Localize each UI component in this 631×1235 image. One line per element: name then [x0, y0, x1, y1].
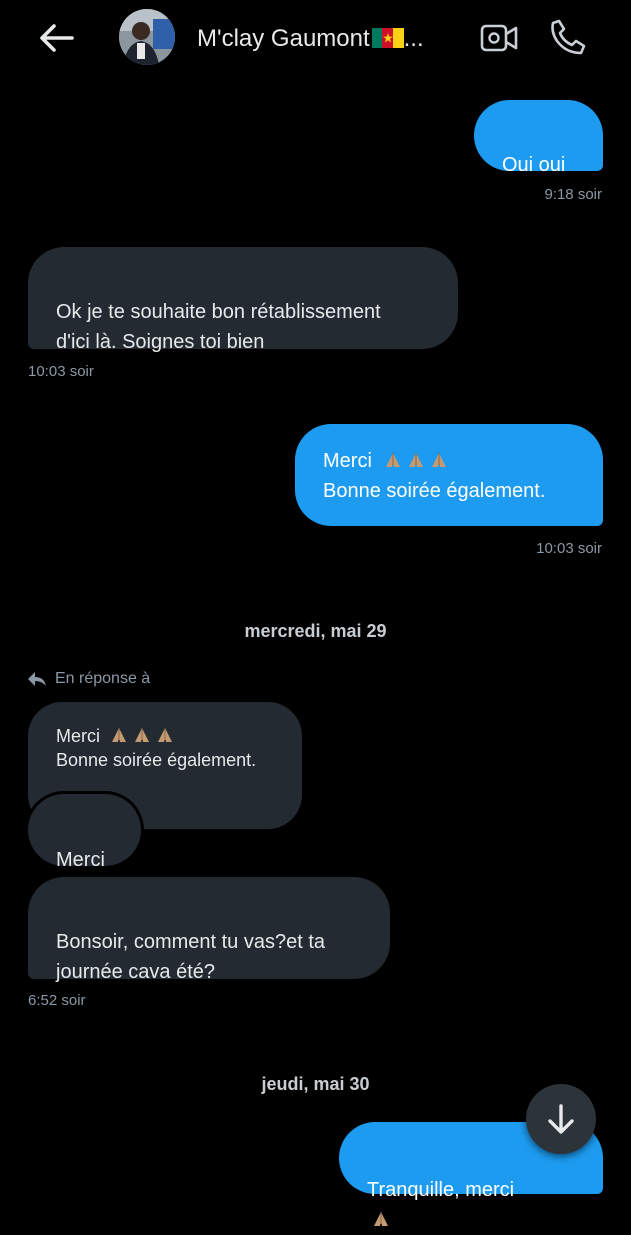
message-bubble-received[interactable]: Merci	[28, 794, 141, 871]
contact-name[interactable]: M'clay Gaumont...	[197, 25, 424, 53]
phone-icon	[551, 19, 586, 55]
back-button[interactable]	[36, 20, 76, 56]
message-text: Oui oui	[502, 154, 566, 176]
message-bubble-received[interactable]: Ok je te souhaite bon rétablissement d'i…	[28, 247, 458, 353]
message-bubble-sent[interactable]: Oui oui	[474, 100, 603, 176]
folded-hands-emoji	[374, 1212, 388, 1226]
message-bubble-sent[interactable]: Merci Bonne soirée également.	[295, 424, 603, 526]
reply-indicator: En réponse à	[27, 670, 150, 688]
voice-call-button[interactable]	[548, 17, 588, 57]
contact-name-text: M'clay Gaumont	[197, 25, 370, 52]
reply-label: En réponse à	[55, 670, 151, 687]
message-line: Merci	[323, 446, 575, 476]
emoji-group	[109, 726, 178, 746]
name-ellipsis: ...	[403, 25, 424, 52]
message-text: Ok je te souhaite bon rétablissement d'i…	[56, 301, 381, 353]
quoted-text-line1: Merci	[56, 726, 100, 746]
folded-hands-emoji	[409, 453, 424, 467]
message-text-line1: Merci	[323, 450, 372, 472]
message-timestamp: 9:18 soir	[544, 186, 602, 203]
message-text-line2: Bonne soirée également.	[323, 480, 546, 502]
video-call-button[interactable]	[479, 19, 519, 57]
arrow-down-icon	[548, 1104, 574, 1134]
emoji-group	[383, 450, 452, 472]
quoted-text-line2: Bonne soirée également.	[56, 750, 257, 770]
avatar-photo	[119, 9, 175, 65]
cameroon-flag-icon	[371, 28, 404, 48]
message-text: Tranquille, merci	[367, 1179, 515, 1201]
chat-header: M'clay Gaumont...	[0, 0, 631, 78]
message-text: Merci	[56, 849, 105, 871]
quoted-line: Merci	[56, 724, 274, 748]
video-camera-icon	[480, 24, 518, 52]
reply-arrow-icon	[28, 672, 46, 686]
message-bubble-received[interactable]: Bonsoir, comment tu vas?et ta journée ca…	[28, 877, 390, 983]
message-timestamp: 10:03 soir	[536, 540, 602, 557]
folded-hands-emoji	[386, 453, 401, 467]
message-text: Bonsoir, comment tu vas?et ta journée ca…	[56, 931, 326, 983]
folded-hands-emoji	[112, 728, 127, 742]
folded-hands-emoji	[135, 728, 150, 742]
scroll-to-bottom-button[interactable]	[526, 1084, 596, 1154]
avatar[interactable]	[119, 9, 175, 65]
date-separator: mercredi, mai 29	[244, 621, 387, 641]
back-arrow-icon	[40, 24, 74, 52]
message-timestamp: 6:52 soir	[28, 992, 86, 1009]
message-timestamp: 10:03 soir	[28, 363, 94, 380]
folded-hands-emoji	[158, 728, 173, 742]
folded-hands-emoji	[432, 453, 447, 467]
